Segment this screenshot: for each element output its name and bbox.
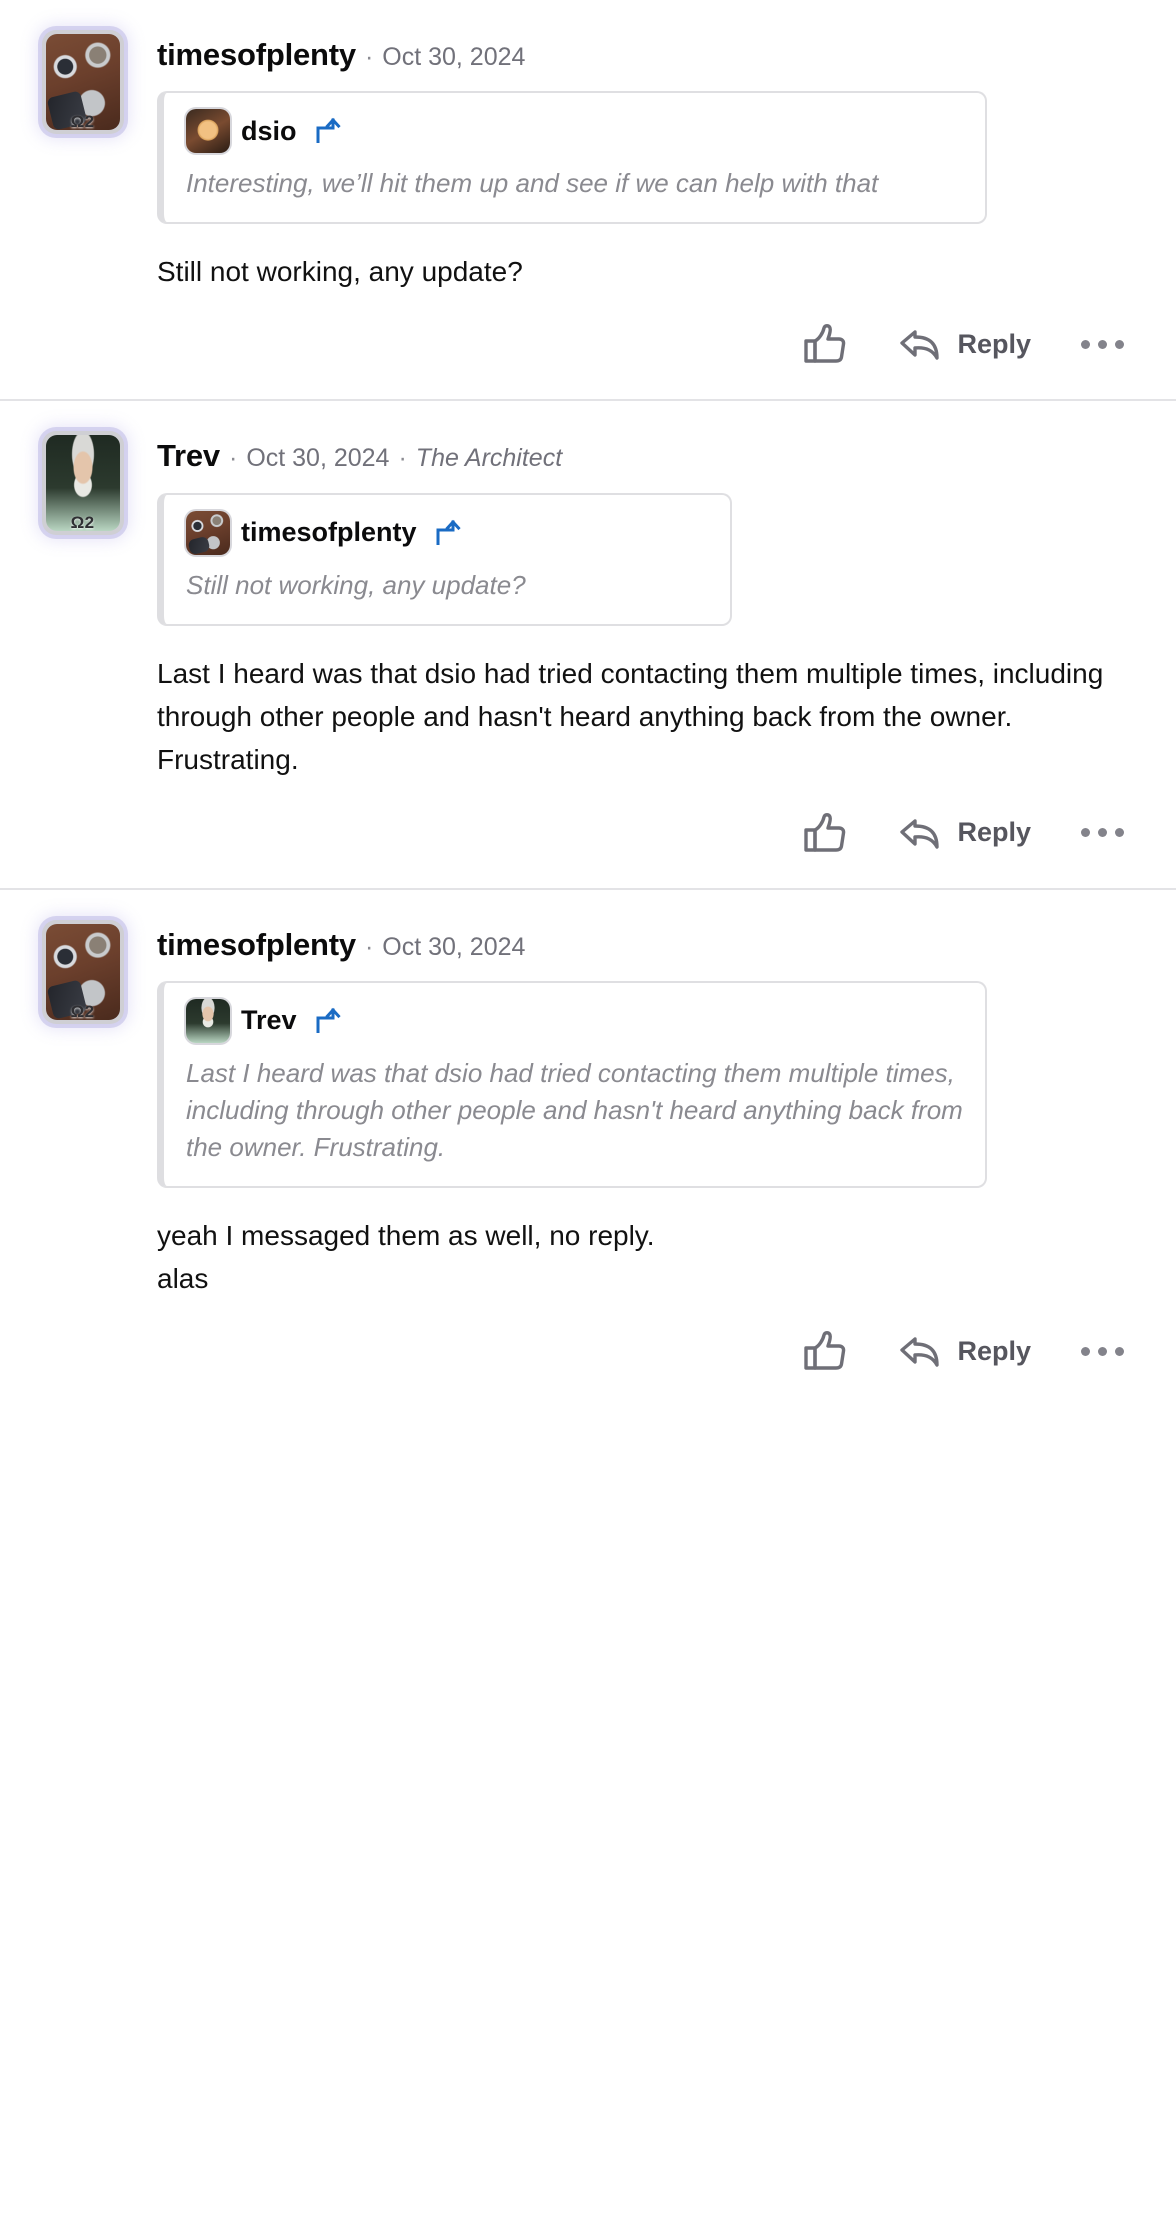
avatar[interactable]: Ω2 — [41, 919, 124, 1024]
meta-separator: · — [364, 932, 374, 961]
post-actions: Reply — [157, 1322, 1146, 1376]
reply-label: Reply — [957, 817, 1031, 848]
meta-separator: · — [364, 43, 374, 71]
post-text: Still not working, any update? — [157, 256, 523, 288]
ellipsis-icon — [1081, 339, 1124, 349]
quote-text: Interesting, we’ll hit them up and see i… — [186, 168, 879, 199]
like-button[interactable] — [799, 1326, 849, 1376]
reply-button[interactable]: Reply — [895, 320, 1033, 368]
post-user-title: The Architect — [415, 444, 563, 473]
quote-avatar[interactable] — [186, 998, 230, 1043]
post-actions: Reply — [157, 804, 1146, 858]
reply-arrow-icon — [897, 1331, 943, 1371]
reply-arrow-icon — [897, 813, 943, 853]
avatar-column: Ω2 — [30, 427, 135, 536]
thread-post: Ω2 timesofplenty · Oct 30, 2024 Trev Las… — [0, 890, 1176, 1407]
thread-post: Ω2 timesofplenty · Oct 30, 2024 dsio Int… — [0, 0, 1176, 402]
post-date[interactable]: Oct 30, 2024 — [382, 42, 525, 72]
post-date[interactable]: Oct 30, 2024 — [246, 443, 389, 473]
thumbs-up-icon — [801, 323, 847, 365]
avatar[interactable]: Ω2 — [41, 30, 124, 134]
quote-block[interactable]: timesofplenty Still not working, any upd… — [157, 492, 732, 626]
meta-separator: · — [398, 444, 407, 473]
avatar-column: Ω2 — [30, 26, 135, 134]
quote-text: Still not working, any update? — [186, 569, 526, 600]
quote-author[interactable]: Trev — [241, 1005, 297, 1036]
quote-author[interactable]: dsio — [241, 116, 297, 147]
jump-to-post-icon[interactable] — [434, 518, 462, 548]
post-body: Trev · Oct 30, 2024 · The Architect time… — [135, 427, 1146, 857]
avatar[interactable]: Ω2 — [41, 431, 124, 536]
post-date[interactable]: Oct 30, 2024 — [382, 932, 525, 962]
ellipsis-icon — [1081, 1346, 1124, 1356]
ellipsis-icon — [1081, 828, 1124, 838]
quote-block[interactable]: Trev Last I heard was that dsio had trie… — [157, 980, 987, 1188]
reply-button[interactable]: Reply — [895, 1327, 1033, 1375]
quote-header: dsio — [186, 109, 963, 154]
quote-author[interactable]: timesofplenty — [241, 517, 417, 548]
post-actions: Reply — [157, 315, 1146, 369]
post-text: Last I heard was that dsio had tried con… — [157, 657, 1104, 776]
quote-text: Last I heard was that dsio had tried con… — [186, 1057, 963, 1162]
avatar-badge: Ω2 — [70, 513, 95, 533]
reply-label: Reply — [957, 1335, 1031, 1366]
quote-block[interactable]: dsio Interesting, we’ll hit them up and … — [157, 91, 987, 225]
post-text: yeah I messaged them as well, no reply. … — [157, 1219, 655, 1295]
quote-header: Trev — [186, 998, 963, 1043]
post-header: timesofplenty · Oct 30, 2024 — [157, 926, 1146, 963]
post-author[interactable]: timesofplenty — [157, 36, 356, 73]
avatar-badge: Ω2 — [70, 112, 95, 131]
quote-avatar[interactable] — [186, 510, 230, 555]
more-options-button[interactable] — [1079, 1343, 1126, 1360]
quote-avatar[interactable] — [186, 109, 230, 154]
reply-arrow-icon — [897, 324, 943, 364]
jump-to-post-icon[interactable] — [314, 1006, 342, 1036]
post-header: Trev · Oct 30, 2024 · The Architect — [157, 437, 1146, 474]
thread-post: Ω2 Trev · Oct 30, 2024 · The Architect t… — [0, 401, 1176, 890]
avatar-badge: Ω2 — [70, 1001, 95, 1021]
avatar-column: Ω2 — [30, 916, 135, 1024]
more-options-button[interactable] — [1079, 336, 1126, 353]
more-options-button[interactable] — [1079, 824, 1126, 841]
meta-separator: · — [228, 444, 238, 473]
post-body: timesofplenty · Oct 30, 2024 dsio Intere… — [135, 26, 1146, 369]
jump-to-post-icon[interactable] — [314, 116, 342, 146]
like-button[interactable] — [799, 319, 849, 369]
quote-header: timesofplenty — [186, 510, 708, 555]
post-author[interactable]: timesofplenty — [157, 926, 356, 963]
thumbs-up-icon — [801, 812, 847, 854]
post-author[interactable]: Trev — [157, 437, 220, 474]
reply-button[interactable]: Reply — [895, 809, 1033, 857]
like-button[interactable] — [799, 808, 849, 858]
reply-label: Reply — [957, 328, 1031, 359]
post-body: timesofplenty · Oct 30, 2024 Trev Last I… — [135, 916, 1146, 1377]
thread-post-list: Ω2 timesofplenty · Oct 30, 2024 dsio Int… — [0, 0, 1176, 1406]
thumbs-up-icon — [801, 1330, 847, 1372]
post-header: timesofplenty · Oct 30, 2024 — [157, 36, 1146, 73]
